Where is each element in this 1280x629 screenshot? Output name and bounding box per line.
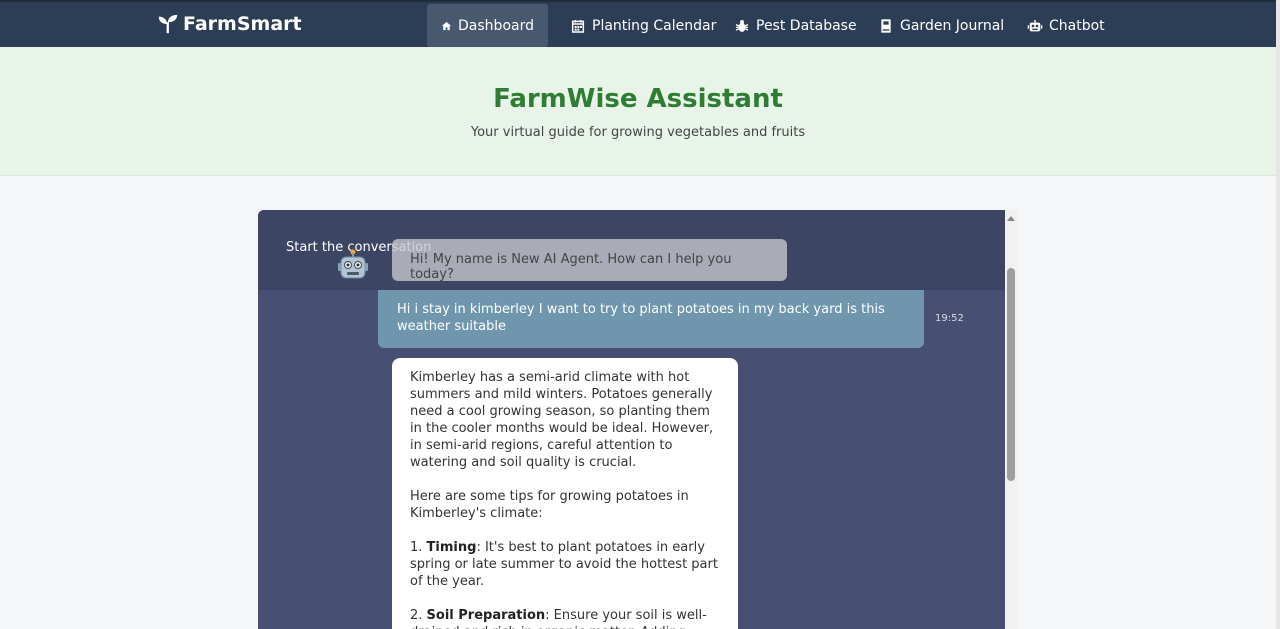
chat-scrollbar-thumb[interactable] [1007, 268, 1015, 481]
page-scrollbar[interactable] [1276, 0, 1280, 629]
tip-number: 1. [410, 540, 423, 555]
bot-reply-tip: 2. Soil Preparation: Ensure your soil is… [410, 607, 720, 629]
page-title: FarmWise Assistant [493, 84, 783, 114]
bot-reply-tip: 1. Timing: It's best to plant potatoes i… [410, 539, 720, 590]
bot-greeting-bubble: Hi! My name is New AI Agent. How can I h… [392, 239, 787, 282]
calendar-icon [571, 19, 585, 33]
bot-reply-paragraph: Here are some tips for growing potatoes … [410, 489, 689, 521]
bot-avatar-icon [338, 249, 368, 279]
sprout-icon [158, 14, 178, 34]
home-icon [441, 21, 452, 30]
nav-chatbot-label: Chatbot [1049, 17, 1105, 34]
nav-garden-journal[interactable]: Garden Journal [864, 4, 1018, 47]
nav-chatbot[interactable]: Chatbot [1013, 4, 1119, 47]
bug-icon [735, 19, 749, 32]
nav-dashboard-label: Dashboard [458, 17, 534, 34]
nav-planting-calendar[interactable]: Planting Calendar [556, 4, 730, 47]
user-message-timestamp: 19:52 [935, 313, 964, 324]
top-navbar: FarmSmart Dashboard Planting Calendar Pe… [0, 0, 1276, 47]
user-message-bubble: Hi i stay in kimberley I want to try to … [378, 290, 924, 348]
robot-icon [1027, 19, 1043, 31]
nav-planting-calendar-label: Planting Calendar [592, 17, 717, 34]
hero-section: FarmWise Assistant Your virtual guide fo… [0, 47, 1276, 176]
page-subtitle: Your virtual guide for growing vegetable… [470, 125, 806, 140]
nav-garden-journal-label: Garden Journal [900, 17, 1005, 34]
brand-name: FarmSmart [183, 13, 302, 35]
nav-pest-database-label: Pest Database [756, 17, 857, 34]
nav-dashboard[interactable]: Dashboard [427, 4, 548, 47]
bot-reply-bubble: Kimberley has a semi-arid climate with h… [392, 358, 738, 629]
nav-pest-database[interactable]: Pest Database [720, 4, 871, 47]
bot-reply-paragraph: Kimberley has a semi-arid climate with h… [410, 370, 714, 470]
journal-icon [881, 18, 891, 33]
tip-title: Timing [426, 540, 477, 555]
chat-window[interactable]: Start the conversation Hi! My name is Ne… [258, 210, 1005, 629]
tip-title: Soil Preparation [426, 608, 546, 623]
chat-header: Start the conversation Hi! My name is Ne… [258, 210, 1005, 290]
scroll-up-arrow-icon[interactable] [1007, 216, 1015, 221]
tip-number: 2. [410, 608, 423, 623]
brand-logo[interactable]: FarmSmart [157, 13, 302, 35]
